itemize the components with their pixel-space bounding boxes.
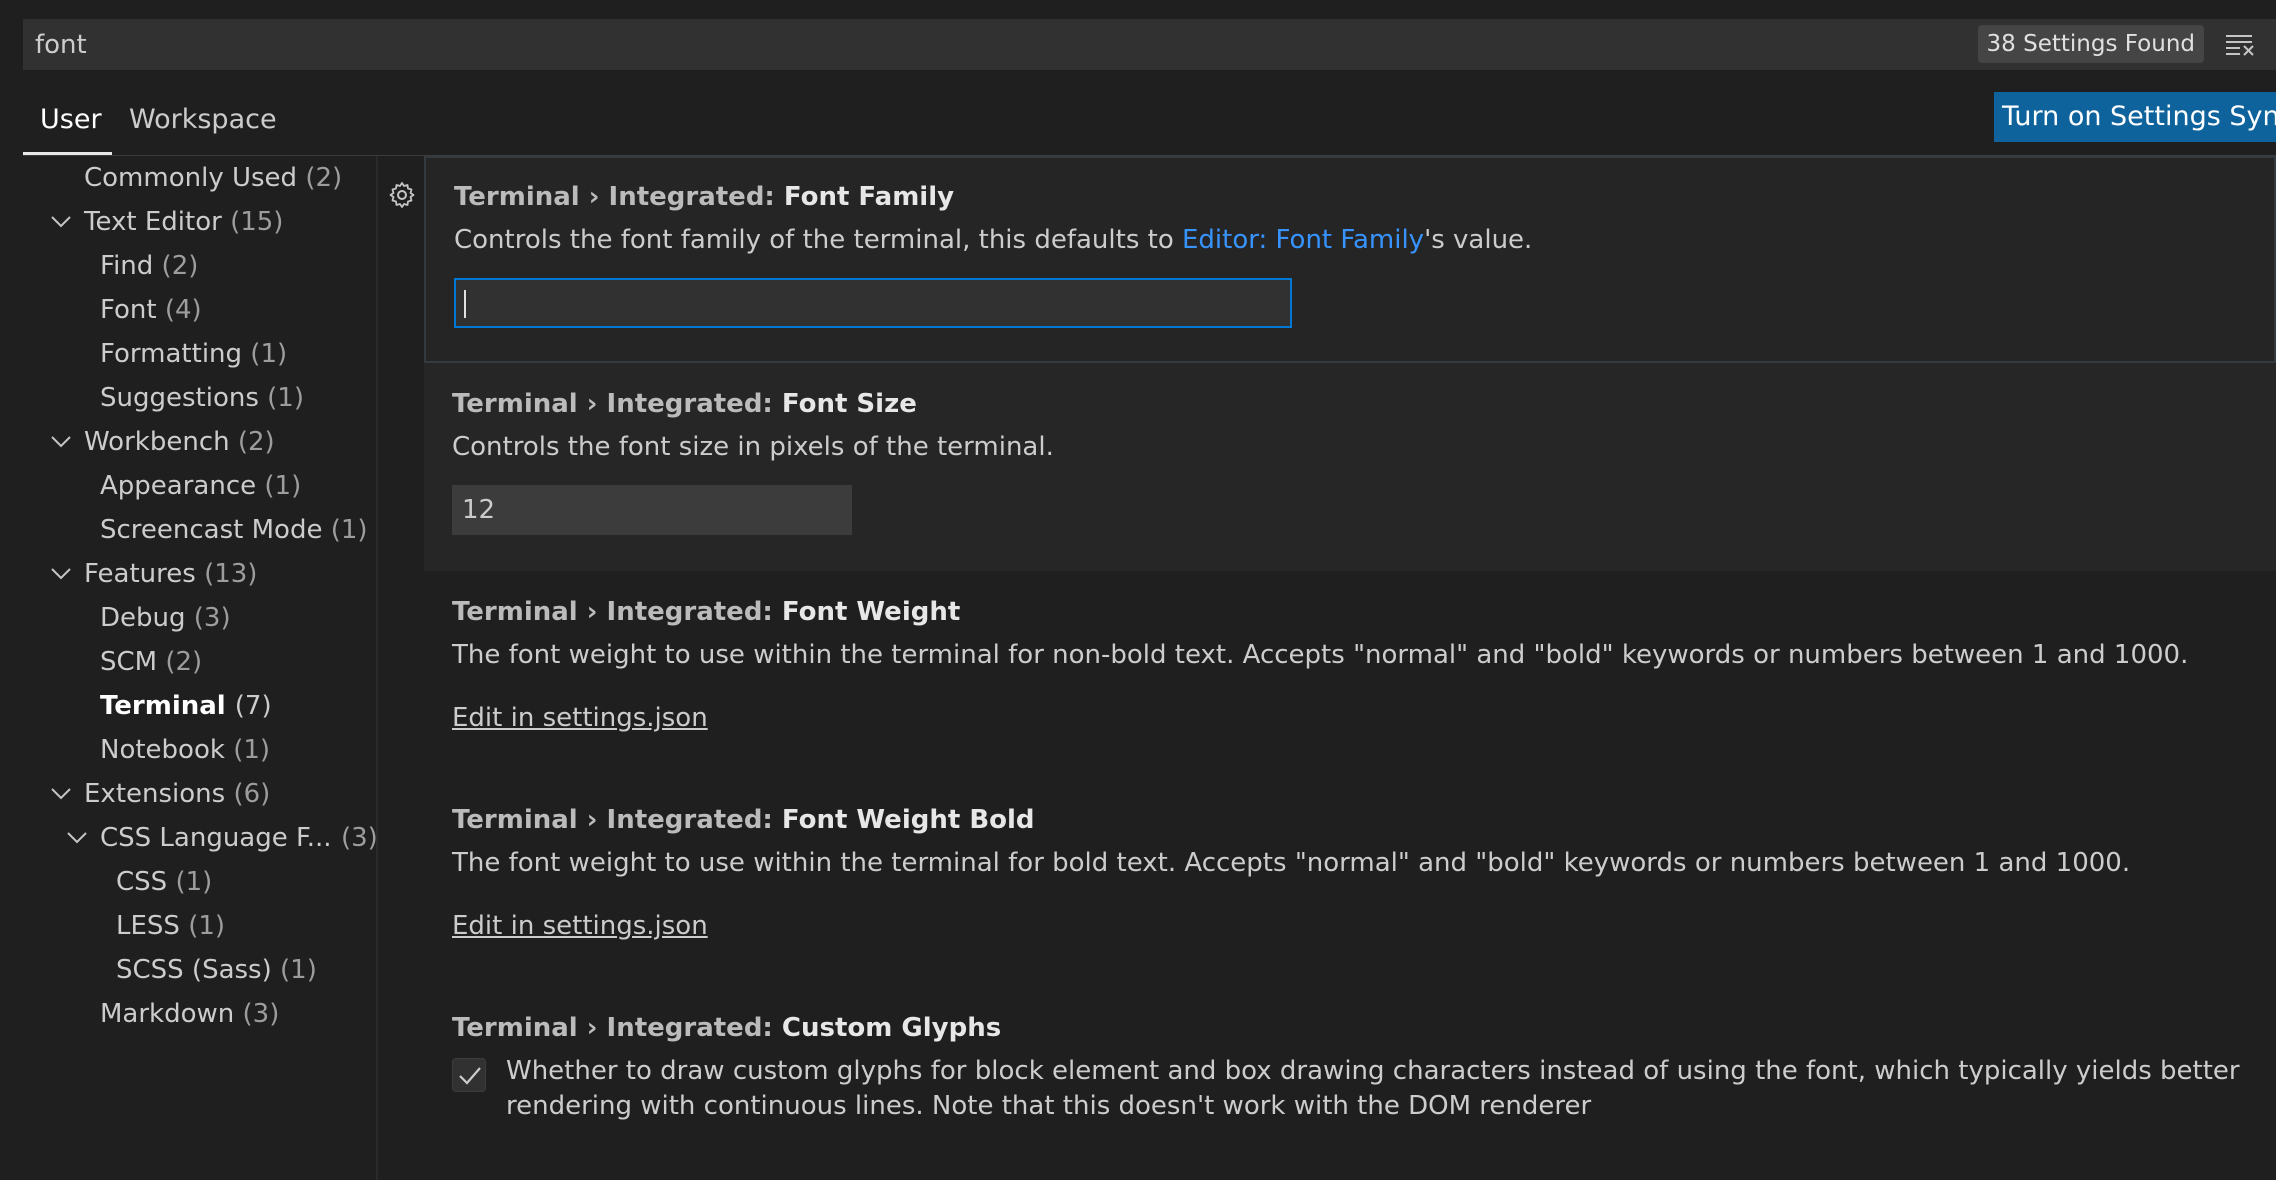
gear-icon[interactable]	[388, 181, 416, 209]
setting-font-family: Terminal › Integrated: Font Family Contr…	[424, 156, 2276, 363]
check-icon	[459, 1067, 481, 1085]
setting-description: The font weight to use within the termin…	[452, 848, 2131, 878]
setting-font-size: Terminal › Integrated: Font Size Control…	[424, 363, 2276, 571]
toc-item-features[interactable]: Features (13)	[84, 556, 257, 592]
toc-item-find[interactable]: Find (2)	[100, 248, 198, 284]
setting-font-weight: Terminal › Integrated: Font Weight The f…	[424, 571, 2276, 779]
toc-item-commonly-used[interactable]: Commonly Used (2)	[84, 160, 342, 196]
toc-item-notebook[interactable]: Notebook (1)	[100, 732, 270, 768]
settings-editor: font 38 Settings Found User Workspace Tu…	[0, 0, 2276, 1180]
toc-item-text-editor[interactable]: Text Editor (15)	[84, 204, 283, 240]
text-caret	[464, 290, 466, 318]
toc-item-formatting[interactable]: Formatting (1)	[100, 336, 287, 372]
toc-item-screencast-mode[interactable]: Screencast Mode (1)	[100, 512, 368, 548]
toc-item-extensions[interactable]: Extensions (6)	[84, 776, 270, 812]
setting-title: Terminal › Integrated: Custom Glyphs	[452, 1013, 1002, 1043]
toc-item-markdown[interactable]: Markdown (3)	[100, 996, 279, 1032]
chevron-down-icon[interactable]	[50, 567, 72, 581]
toc-item-css-language-features[interactable]: CSS Language F...	[100, 820, 332, 856]
tab-user[interactable]: User	[40, 104, 102, 135]
font-family-input[interactable]	[454, 278, 1292, 328]
turn-on-settings-sync-button[interactable]: Turn on Settings Sync	[1994, 92, 2276, 142]
toc-item-css-language-features-count: (3)	[341, 823, 378, 853]
chevron-down-icon[interactable]	[50, 435, 72, 449]
setting-title: Terminal › Integrated: Font Weight	[452, 597, 961, 627]
setting-font-weight-bold: Terminal › Integrated: Font Weight Bold …	[424, 779, 2276, 987]
font-size-input[interactable]: 12	[452, 485, 852, 535]
toc-item-debug[interactable]: Debug (3)	[100, 600, 231, 636]
clear-filter-icon[interactable]	[2224, 32, 2256, 58]
edit-in-settings-json-link[interactable]: Edit in settings.json	[452, 703, 708, 733]
results-count-badge: 38 Settings Found	[1977, 25, 2204, 63]
setting-title: Terminal › Integrated: Font Family	[454, 182, 955, 212]
tab-workspace[interactable]: Workspace	[129, 104, 277, 135]
setting-custom-glyphs: Terminal › Integrated: Custom Glyphs Whe…	[424, 987, 2276, 1180]
toc-item-suggestions[interactable]: Suggestions (1)	[100, 380, 304, 416]
custom-glyphs-checkbox[interactable]	[452, 1058, 486, 1092]
setting-description: Controls the font family of the terminal…	[454, 225, 1533, 255]
search-query[interactable]: font	[35, 30, 87, 60]
chevron-down-icon[interactable]	[66, 831, 88, 845]
toc-item-terminal[interactable]: Terminal (7)	[100, 688, 272, 724]
toc-item-workbench[interactable]: Workbench (2)	[84, 424, 275, 460]
settings-search-input[interactable]: font 38 Settings Found	[23, 19, 2276, 70]
chevron-down-icon[interactable]	[50, 215, 72, 229]
sidebar-divider	[376, 156, 378, 1180]
toc-item-less[interactable]: LESS (1)	[116, 908, 225, 944]
edit-in-settings-json-link[interactable]: Edit in settings.json	[452, 911, 708, 941]
toc-item-css[interactable]: CSS (1)	[116, 864, 212, 900]
setting-description: Controls the font size in pixels of the …	[452, 432, 1054, 462]
setting-title: Terminal › Integrated: Font Weight Bold	[452, 805, 1035, 835]
toc-item-scm[interactable]: SCM (2)	[100, 644, 202, 680]
setting-description: The font weight to use within the termin…	[452, 640, 2189, 670]
setting-description: Whether to draw custom glyphs for block …	[506, 1056, 2240, 1121]
toc-item-font[interactable]: Font (4)	[100, 292, 202, 328]
editor-font-family-link[interactable]: Editor: Font Family	[1182, 225, 1424, 255]
toc-item-scss[interactable]: SCSS (Sass) (1)	[116, 952, 317, 988]
toc-item-appearance[interactable]: Appearance (1)	[100, 468, 301, 504]
setting-title: Terminal › Integrated: Font Size	[452, 389, 917, 419]
chevron-down-icon[interactable]	[50, 787, 72, 801]
